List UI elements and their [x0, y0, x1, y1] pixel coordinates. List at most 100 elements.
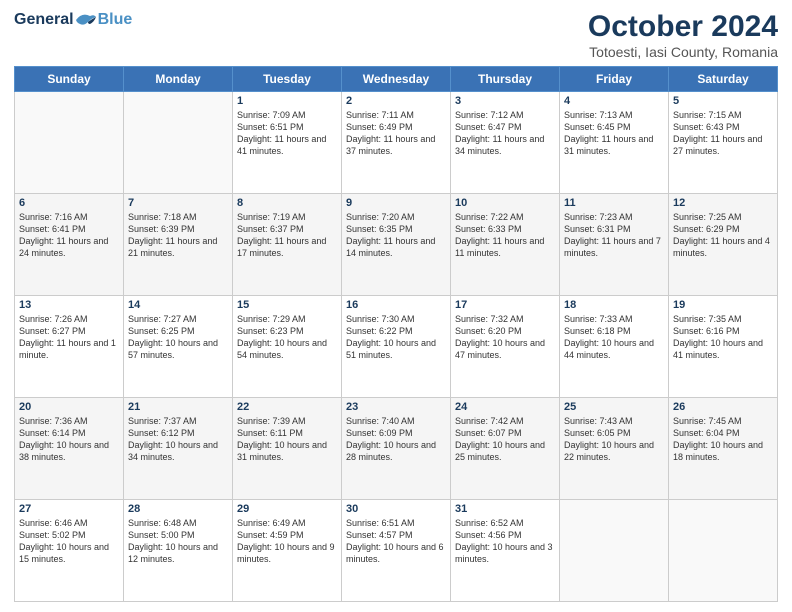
cell-content: Sunrise: 7:19 AM Sunset: 6:37 PM Dayligh… — [237, 211, 337, 260]
calendar-cell: 1 Sunrise: 7:09 AM Sunset: 6:51 PM Daylig… — [233, 92, 342, 194]
cell-content: Sunrise: 6:46 AM Sunset: 5:02 PM Dayligh… — [19, 517, 119, 566]
calendar-week-3: 13 Sunrise: 7:26 AM Sunset: 6:27 PM Dayli… — [15, 296, 778, 398]
cell-content: Sunrise: 7:16 AM Sunset: 6:41 PM Dayligh… — [19, 211, 119, 260]
subtitle: Totoesti, Iasi County, Romania — [588, 44, 778, 60]
calendar-cell: 10 Sunrise: 7:22 AM Sunset: 6:33 PM Dayli… — [451, 194, 560, 296]
cell-content: Sunrise: 7:09 AM Sunset: 6:51 PM Dayligh… — [237, 109, 337, 158]
day-header-tuesday: Tuesday — [233, 67, 342, 92]
day-number: 18 — [564, 299, 664, 311]
day-number: 6 — [19, 197, 119, 209]
calendar-cell: 30Sunrise: 6:51 AM Sunset: 4:57 PM Dayli… — [342, 500, 451, 602]
day-number: 7 — [128, 197, 228, 209]
cell-content: Sunrise: 7:13 AM Sunset: 6:45 PM Dayligh… — [564, 109, 664, 158]
logo-bird-icon — [74, 10, 98, 30]
day-number: 15 — [237, 299, 337, 311]
calendar-cell: 3Sunrise: 7:12 AM Sunset: 6:47 PM Daylig… — [451, 92, 560, 194]
cell-content: Sunrise: 7:30 AM Sunset: 6:22 PM Dayligh… — [346, 313, 446, 362]
day-number: 13 — [19, 299, 119, 311]
calendar-cell: 22Sunrise: 7:39 AM Sunset: 6:11 PM Dayli… — [233, 398, 342, 500]
cell-content: Sunrise: 7:40 AM Sunset: 6:09 PM Dayligh… — [346, 415, 446, 464]
day-number: 16 — [346, 299, 446, 311]
day-number: 10 — [455, 197, 555, 209]
cell-content: Sunrise: 6:48 AM Sunset: 5:00 PM Dayligh… — [128, 517, 228, 566]
cell-content: Sunrise: 7:36 AM Sunset: 6:14 PM Dayligh… — [19, 415, 119, 464]
day-number: 9 — [346, 197, 446, 209]
title-block: October 2024 Totoesti, Iasi County, Roma… — [588, 10, 778, 60]
calendar-cell: 20Sunrise: 7:36 AM Sunset: 6:14 PM Dayli… — [15, 398, 124, 500]
day-number: 21 — [128, 401, 228, 413]
calendar-week-2: 6 Sunrise: 7:16 AM Sunset: 6:41 PM Daylig… — [15, 194, 778, 296]
main-title: October 2024 — [588, 10, 778, 44]
day-header-sunday: Sunday — [15, 67, 124, 92]
calendar-cell: 4 Sunrise: 7:13 AM Sunset: 6:45 PM Daylig… — [560, 92, 669, 194]
calendar-week-4: 20Sunrise: 7:36 AM Sunset: 6:14 PM Dayli… — [15, 398, 778, 500]
calendar-cell: 28 Sunrise: 6:48 AM Sunset: 5:00 PM Dayli… — [124, 500, 233, 602]
calendar-cell: 12 Sunrise: 7:25 AM Sunset: 6:29 PM Dayli… — [669, 194, 778, 296]
cell-content: Sunrise: 7:29 AM Sunset: 6:23 PM Dayligh… — [237, 313, 337, 362]
day-number: 17 — [455, 299, 555, 311]
calendar-cell: 24Sunrise: 7:42 AM Sunset: 6:07 PM Dayli… — [451, 398, 560, 500]
day-header-thursday: Thursday — [451, 67, 560, 92]
calendar-cell: 16 Sunrise: 7:30 AM Sunset: 6:22 PM Dayli… — [342, 296, 451, 398]
calendar-header-row: SundayMondayTuesdayWednesdayThursdayFrid… — [15, 67, 778, 92]
calendar-cell: 15 Sunrise: 7:29 AM Sunset: 6:23 PM Dayli… — [233, 296, 342, 398]
calendar-cell: 25 Sunrise: 7:43 AM Sunset: 6:05 PM Dayli… — [560, 398, 669, 500]
day-header-wednesday: Wednesday — [342, 67, 451, 92]
day-header-saturday: Saturday — [669, 67, 778, 92]
cell-content: Sunrise: 7:15 AM Sunset: 6:43 PM Dayligh… — [673, 109, 773, 158]
cell-content: Sunrise: 7:26 AM Sunset: 6:27 PM Dayligh… — [19, 313, 119, 362]
logo: General Blue — [14, 10, 132, 30]
day-number: 12 — [673, 197, 773, 209]
day-number: 1 — [237, 95, 337, 107]
cell-content: Sunrise: 7:23 AM Sunset: 6:31 PM Dayligh… — [564, 211, 664, 260]
cell-content: Sunrise: 7:18 AM Sunset: 6:39 PM Dayligh… — [128, 211, 228, 260]
cell-content: Sunrise: 7:32 AM Sunset: 6:20 PM Dayligh… — [455, 313, 555, 362]
cell-content: Sunrise: 7:11 AM Sunset: 6:49 PM Dayligh… — [346, 109, 446, 158]
cell-content: Sunrise: 7:43 AM Sunset: 6:05 PM Dayligh… — [564, 415, 664, 464]
day-number: 25 — [564, 401, 664, 413]
day-number: 3 — [455, 95, 555, 107]
day-number: 22 — [237, 401, 337, 413]
cell-content: Sunrise: 7:25 AM Sunset: 6:29 PM Dayligh… — [673, 211, 773, 260]
day-number: 2 — [346, 95, 446, 107]
day-number: 14 — [128, 299, 228, 311]
calendar-week-1: 1 Sunrise: 7:09 AM Sunset: 6:51 PM Daylig… — [15, 92, 778, 194]
day-number: 29 — [237, 503, 337, 515]
day-number: 19 — [673, 299, 773, 311]
calendar-week-5: 27 Sunrise: 6:46 AM Sunset: 5:02 PM Dayli… — [15, 500, 778, 602]
calendar-table: SundayMondayTuesdayWednesdayThursdayFrid… — [14, 66, 778, 602]
cell-content: Sunrise: 7:22 AM Sunset: 6:33 PM Dayligh… — [455, 211, 555, 260]
calendar-cell: 23 Sunrise: 7:40 AM Sunset: 6:09 PM Dayli… — [342, 398, 451, 500]
calendar-cell: 2 Sunrise: 7:11 AM Sunset: 6:49 PM Daylig… — [342, 92, 451, 194]
calendar-cell: 9 Sunrise: 7:20 AM Sunset: 6:35 PM Daylig… — [342, 194, 451, 296]
day-number: 27 — [19, 503, 119, 515]
calendar-cell — [560, 500, 669, 602]
logo-general: General — [14, 11, 74, 29]
day-number: 31 — [455, 503, 555, 515]
page: General Blue October 2024 Totoesti, Iasi… — [0, 0, 792, 612]
calendar-cell: 14 Sunrise: 7:27 AM Sunset: 6:25 PM Dayli… — [124, 296, 233, 398]
calendar-cell: 21 Sunrise: 7:37 AM Sunset: 6:12 PM Dayli… — [124, 398, 233, 500]
calendar-cell: 17 Sunrise: 7:32 AM Sunset: 6:20 PM Dayli… — [451, 296, 560, 398]
cell-content: Sunrise: 6:49 AM Sunset: 4:59 PM Dayligh… — [237, 517, 337, 566]
cell-content: Sunrise: 7:45 AM Sunset: 6:04 PM Dayligh… — [673, 415, 773, 464]
cell-content: Sunrise: 7:37 AM Sunset: 6:12 PM Dayligh… — [128, 415, 228, 464]
day-number: 24 — [455, 401, 555, 413]
day-number: 8 — [237, 197, 337, 209]
day-header-monday: Monday — [124, 67, 233, 92]
calendar-cell: 8 Sunrise: 7:19 AM Sunset: 6:37 PM Daylig… — [233, 194, 342, 296]
calendar-cell: 11Sunrise: 7:23 AM Sunset: 6:31 PM Dayli… — [560, 194, 669, 296]
calendar-cell: 31 Sunrise: 6:52 AM Sunset: 4:56 PM Dayli… — [451, 500, 560, 602]
day-number: 26 — [673, 401, 773, 413]
cell-content: Sunrise: 6:52 AM Sunset: 4:56 PM Dayligh… — [455, 517, 555, 566]
calendar-cell — [15, 92, 124, 194]
cell-content: Sunrise: 7:27 AM Sunset: 6:25 PM Dayligh… — [128, 313, 228, 362]
logo-blue: Blue — [98, 11, 133, 29]
day-number: 23 — [346, 401, 446, 413]
day-number: 28 — [128, 503, 228, 515]
day-number: 4 — [564, 95, 664, 107]
calendar-cell: 26 Sunrise: 7:45 AM Sunset: 6:04 PM Dayli… — [669, 398, 778, 500]
day-number: 30 — [346, 503, 446, 515]
cell-content: Sunrise: 7:20 AM Sunset: 6:35 PM Dayligh… — [346, 211, 446, 260]
calendar-cell: 27 Sunrise: 6:46 AM Sunset: 5:02 PM Dayli… — [15, 500, 124, 602]
